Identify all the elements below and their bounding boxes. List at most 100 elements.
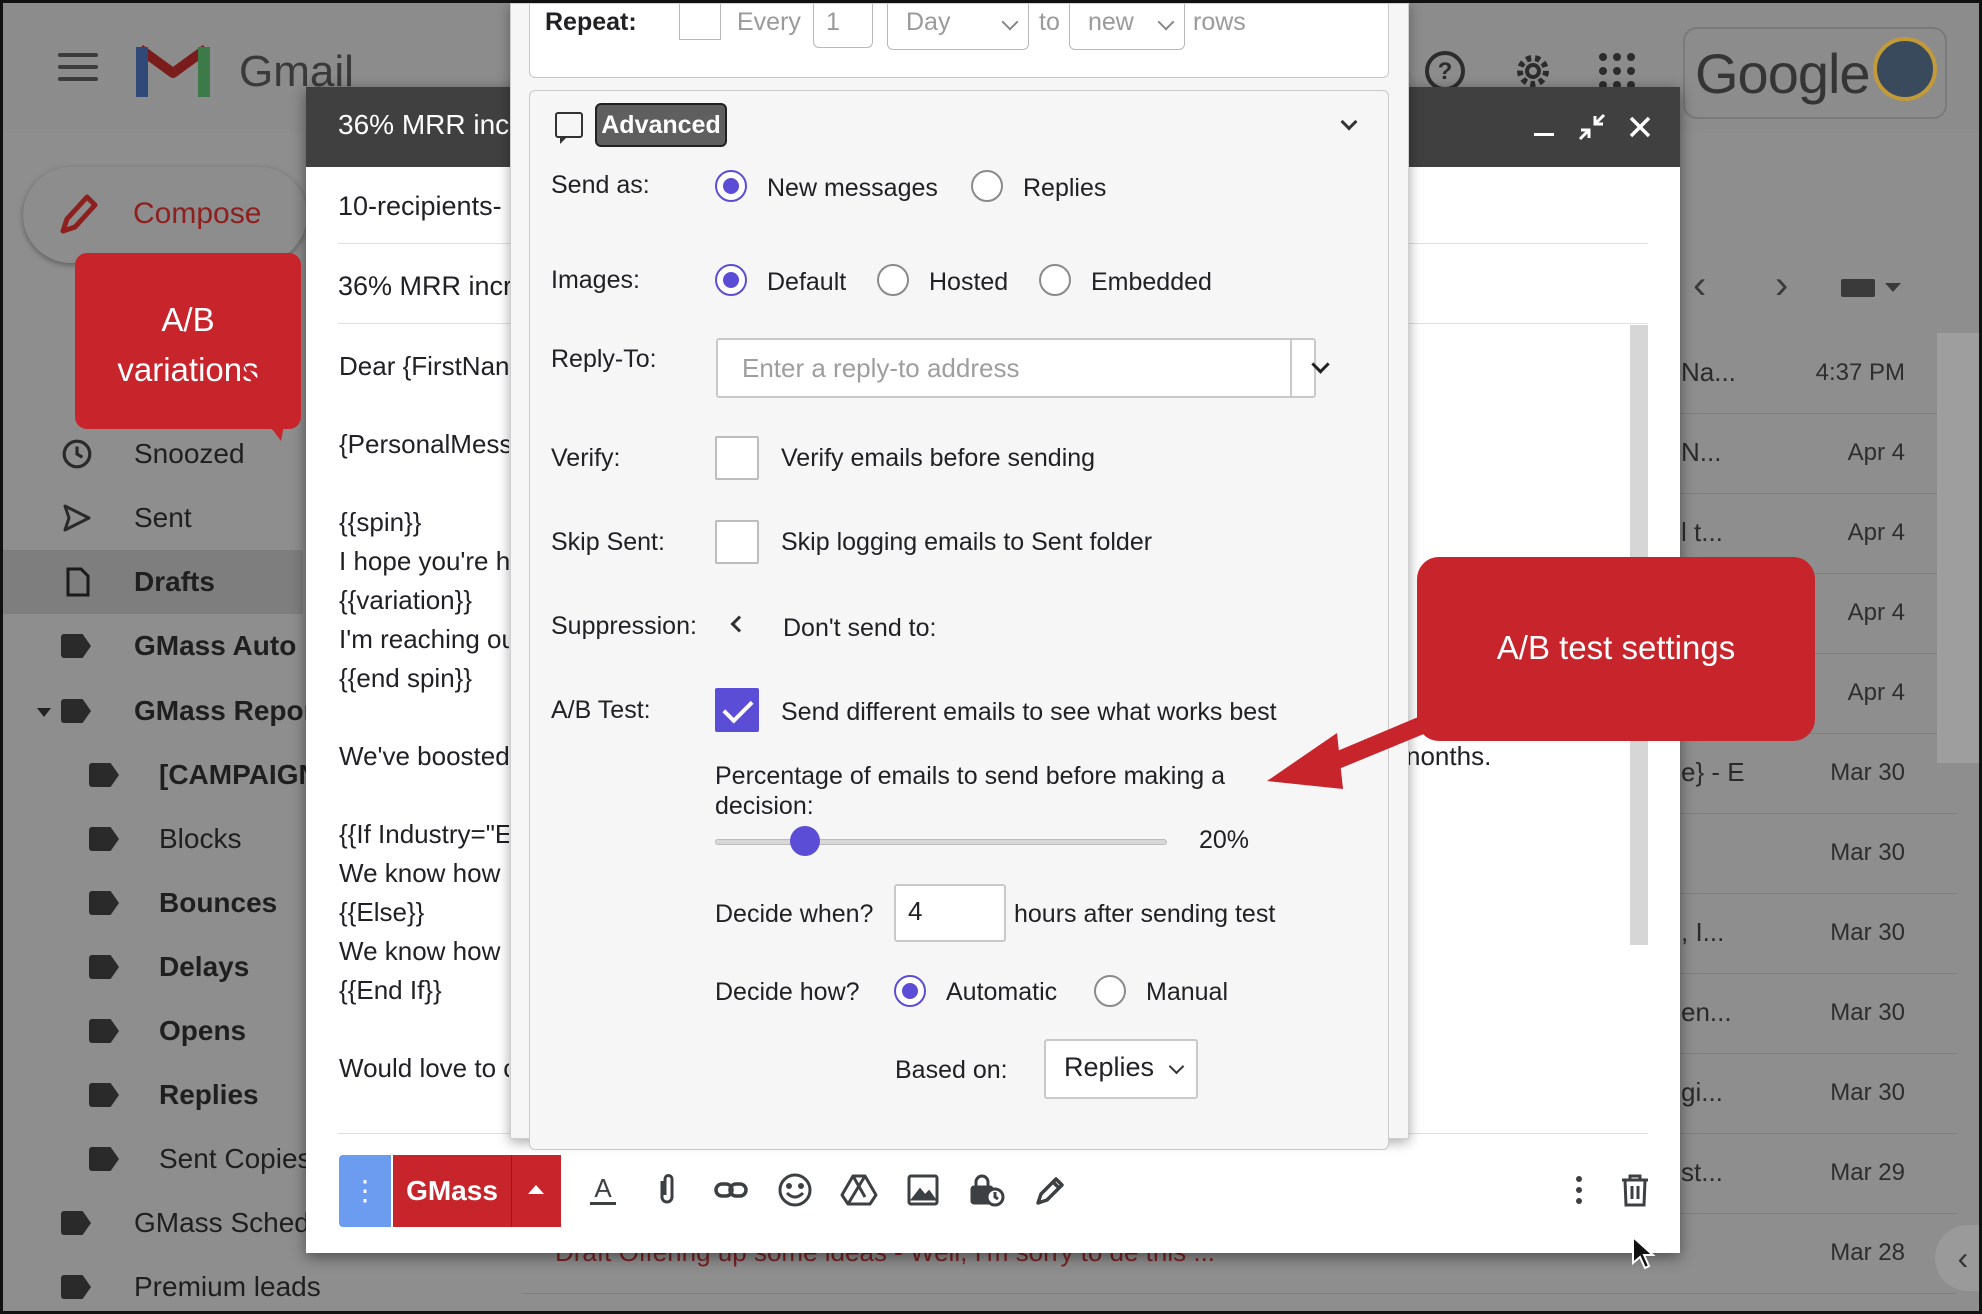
reply-to-dropdown-button[interactable] xyxy=(1290,340,1348,396)
images-embedded-radio[interactable] xyxy=(1039,264,1071,296)
clock-icon xyxy=(62,439,92,469)
row-date: Mar 30 xyxy=(1830,1079,1905,1106)
ab-percentage-slider[interactable] xyxy=(715,839,1167,845)
ab-test-text: Send different emails to see what works … xyxy=(781,698,1277,726)
skip-sent-checkbox[interactable] xyxy=(715,520,759,564)
images-default-radio[interactable] xyxy=(715,264,747,296)
sidebar-item-campaign[interactable]: [CAMPAIGN xyxy=(3,743,319,807)
sidebar-item-label: GMass Sched xyxy=(134,1207,310,1238)
emoji-icon[interactable] xyxy=(776,1171,814,1209)
compose-title: 36% MRR inc xyxy=(338,109,510,140)
drive-icon[interactable] xyxy=(840,1171,878,1209)
images-hosted-radio[interactable] xyxy=(877,264,909,296)
chevron-down-icon[interactable] xyxy=(1885,283,1901,292)
ab-settings-callout-text: A/B test settings xyxy=(1496,629,1736,666)
sidebar-item-label: Sent Copies xyxy=(159,1143,312,1174)
keyboard-icon[interactable] xyxy=(1841,279,1875,297)
decide-how-automatic-label: Automatic xyxy=(946,978,1058,1006)
sidebar-item-gmass-auto[interactable]: GMass Auto F xyxy=(3,614,321,678)
gmass-more-button[interactable]: ⋮ xyxy=(339,1155,391,1227)
verify-label: Verify: xyxy=(551,444,621,472)
row-date: 4:37 PM xyxy=(1815,359,1905,386)
newer-chevron-icon[interactable]: ‹ xyxy=(1693,263,1706,308)
verify-checkbox[interactable] xyxy=(715,436,759,480)
exit-fullscreen-icon[interactable] xyxy=(1576,111,1608,143)
avatar[interactable] xyxy=(1873,37,1937,101)
insert-photo-icon[interactable] xyxy=(904,1171,942,1209)
sidebar-item-sent[interactable]: Sent xyxy=(3,486,303,550)
older-chevron-icon[interactable]: › xyxy=(1775,263,1788,308)
body-line: nonths. xyxy=(1406,741,1492,771)
row-date: Mar 30 xyxy=(1830,839,1905,866)
confidential-mode-icon[interactable] xyxy=(968,1171,1006,1209)
to-field[interactable]: 10-recipients- xyxy=(338,191,510,222)
sidebar-item-gmass-reports[interactable]: GMass Repor xyxy=(3,679,315,743)
based-on-select[interactable]: Replies xyxy=(1044,1039,1198,1099)
sidebar-item-replies[interactable]: Replies xyxy=(3,1063,303,1127)
label-icon xyxy=(89,1019,119,1043)
body-line: Dear {FirstNan xyxy=(339,351,509,381)
decide-when-suffix: hours after sending test xyxy=(1014,900,1276,928)
sidebar-item-opens[interactable]: Opens xyxy=(3,999,303,1063)
sidebar-item-label: Snoozed xyxy=(134,438,245,469)
attach-icon[interactable] xyxy=(648,1171,686,1209)
label-icon xyxy=(61,699,91,723)
repeat-checkbox[interactable] xyxy=(679,4,721,40)
send-icon xyxy=(63,504,91,532)
close-icon[interactable] xyxy=(1624,111,1656,143)
list-scrollbar[interactable] xyxy=(1937,333,1979,763)
based-on-label: Based on: xyxy=(895,1056,1008,1084)
sidebar-item-sent-copies[interactable]: Sent Copies xyxy=(3,1127,312,1191)
discard-trash-icon[interactable] xyxy=(1616,1171,1654,1209)
link-icon[interactable] xyxy=(712,1171,750,1209)
row-snippet: N... xyxy=(1681,437,1722,467)
reply-to-input[interactable] xyxy=(718,340,1290,396)
ab-settings-callout: A/B test settings xyxy=(1417,557,1815,741)
more-options-icon[interactable] xyxy=(1560,1171,1598,1209)
sidebar-item-premium-leads[interactable]: Premium leads xyxy=(3,1255,321,1311)
signature-pen-icon[interactable] xyxy=(1032,1171,1070,1209)
row-snippet: e} - E xyxy=(1681,757,1745,787)
sidebar-item-label: GMass Repor xyxy=(134,695,315,726)
sidebar-item-label: Opens xyxy=(159,1015,247,1046)
gmass-options-caret[interactable] xyxy=(511,1155,561,1227)
formatting-icon[interactable]: A xyxy=(584,1171,622,1209)
body-line: {{end spin}} xyxy=(339,663,473,693)
send-as-replies-radio[interactable] xyxy=(971,170,1003,202)
sidebar-item-drafts[interactable]: Drafts xyxy=(3,550,303,614)
body-line: I'm reaching ou xyxy=(339,624,509,654)
ab-test-checkbox[interactable] xyxy=(715,688,759,732)
images-embedded-label: Embedded xyxy=(1091,268,1212,296)
repeat-unit-select[interactable]: Day xyxy=(887,4,1029,50)
ab-variations-callout-text: A/B variations xyxy=(117,301,259,388)
advanced-header[interactable]: Advanced xyxy=(595,103,727,147)
decide-how-automatic-radio[interactable] xyxy=(894,975,926,1007)
body-line: We know how xyxy=(339,858,501,888)
skip-sent-text: Skip logging emails to Sent folder xyxy=(781,528,1153,556)
gmail-logo-icon xyxy=(136,44,210,97)
decide-how-manual-radio[interactable] xyxy=(1094,975,1126,1007)
label-icon xyxy=(61,1211,91,1235)
repeat-target-select[interactable]: new xyxy=(1069,4,1185,50)
sidebar-item-delays[interactable]: Delays xyxy=(3,935,303,999)
sidebar-item-bounces[interactable]: Bounces xyxy=(3,871,303,935)
body-line: Would love to c xyxy=(339,1053,509,1083)
repeat-count-input[interactable]: 1 xyxy=(813,4,873,48)
sidebar-item-blocks[interactable]: Blocks xyxy=(3,807,303,871)
minimize-icon[interactable] xyxy=(1528,111,1560,143)
main-menu-icon[interactable] xyxy=(58,53,98,83)
ab-test-label: A/B Test: xyxy=(551,696,651,724)
sidebar-item-snoozed[interactable]: Snoozed xyxy=(3,422,303,486)
repeat-rows-label: rows xyxy=(1193,8,1246,36)
row-date: Mar 30 xyxy=(1830,919,1905,946)
row-snippet: st... xyxy=(1681,1157,1723,1187)
subject-field[interactable]: 36% MRR incr xyxy=(338,271,510,302)
row-date: Apr 4 xyxy=(1847,439,1905,466)
gmass-send-button[interactable]: GMass xyxy=(393,1155,511,1227)
body-line: {{If Industry="E xyxy=(339,819,509,849)
decide-when-input[interactable]: 4 xyxy=(894,884,1006,942)
row-date: Apr 4 xyxy=(1847,519,1905,546)
sidebar-item-gmass-scheduled[interactable]: GMass Sched xyxy=(3,1191,310,1255)
decide-how-label: Decide how? xyxy=(715,978,860,1006)
send-as-new-radio[interactable] xyxy=(715,170,747,202)
